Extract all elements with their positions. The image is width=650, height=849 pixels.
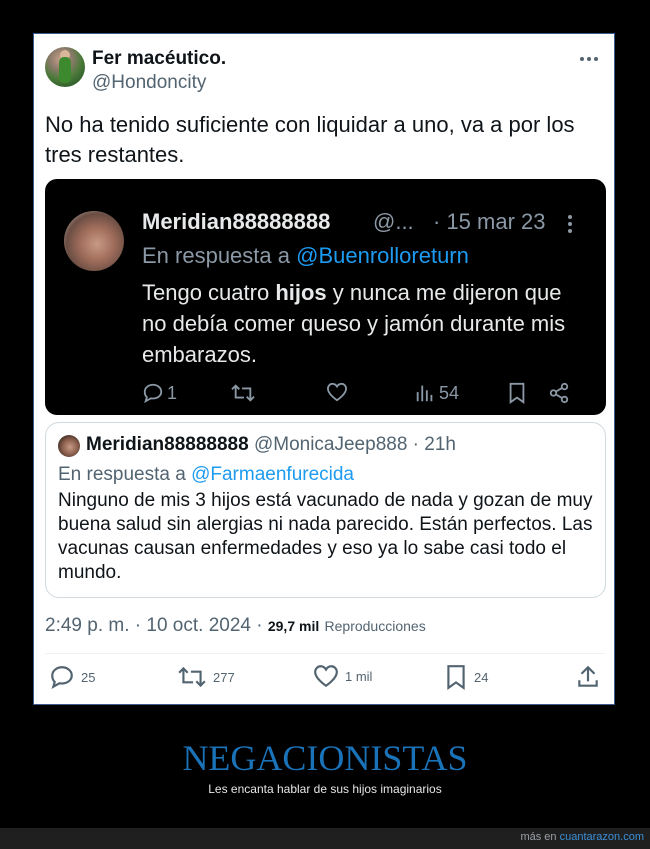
footer-site-link[interactable]: cuantarazon.com	[560, 831, 644, 843]
quoted-reply-prefix: En respuesta a	[58, 464, 186, 485]
screenshot-share	[548, 382, 570, 404]
tweet-card: Fer macéutico. @Hondoncity No ha tenido …	[33, 33, 615, 705]
bookmark-button[interactable]: 24	[444, 664, 488, 690]
retweet-icon	[178, 666, 206, 688]
share-button[interactable]	[575, 664, 601, 690]
quoted-tweet[interactable]: Meridian88888888 @MonicaJeep888 · 21h En…	[45, 422, 606, 598]
screenshot-views-count: 54	[439, 382, 460, 403]
screenshot-retweet	[230, 382, 256, 404]
screenshot-author-handle: @...	[373, 209, 414, 234]
embedded-screenshot: Meridian88888888 @... · 15 mar 23 En res…	[45, 179, 606, 415]
screenshot-text-start: Tengo cuatro	[142, 280, 276, 305]
retweet-icon	[231, 384, 255, 402]
screenshot-reply-mention: @Buenrolloreturn	[296, 243, 469, 268]
reply-icon	[51, 666, 73, 690]
footer-bar: más en cuantarazon.com	[0, 828, 650, 849]
screenshot-reply-prefix: En respuesta a	[142, 243, 290, 268]
like-count: 1 mil	[345, 668, 373, 684]
quoted-tweet-text: Ninguno de mis 3 hijos está vacunado de …	[58, 490, 593, 583]
screenshot-reply: 1	[142, 382, 177, 404]
tweet-timestamp: 2:49 p. m. · 10 oct. 2024 · 29,7 mil Rep…	[45, 615, 426, 637]
divider	[45, 653, 605, 654]
views-count: 29,7 mil	[267, 618, 320, 634]
views-icon	[416, 385, 433, 402]
screenshot-views: 54	[414, 382, 459, 404]
quoted-author-handle: @MonicaJeep888 · 21h	[253, 434, 456, 455]
quoted-author-header: Meridian88888888 @MonicaJeep888 · 21h	[86, 434, 456, 456]
upload-share-icon	[578, 665, 598, 687]
footer-prefix: más en	[520, 831, 557, 843]
heart-icon	[314, 665, 338, 688]
bookmark-icon	[509, 382, 525, 404]
screenshot-action-bar: 1 54	[142, 382, 592, 406]
tweet-action-bar: 25 277 1 mil 24	[45, 664, 605, 694]
screenshot-date: · 15 mar 23	[433, 209, 546, 234]
reply-count: 25	[81, 669, 96, 685]
screenshot-bookmark	[507, 382, 527, 404]
quoted-reply-mention[interactable]: @Farmaenfurecida	[191, 464, 354, 485]
quoted-author-avatar	[58, 435, 80, 457]
retweet-button[interactable]: 277	[177, 664, 235, 690]
heart-icon	[326, 382, 348, 402]
screenshot-like	[326, 382, 348, 402]
timestamp-text[interactable]: 2:49 p. m. · 10 oct. 2024 ·	[45, 615, 263, 636]
retweet-count: 277	[213, 669, 235, 685]
like-button[interactable]: 1 mil	[313, 664, 372, 688]
share-icon	[549, 382, 569, 404]
screenshot-author-name: Meridian88888888	[142, 209, 331, 234]
reply-icon	[143, 383, 163, 404]
screenshot-more-icon	[567, 215, 573, 235]
tweet-text: No ha tenido suficiente con liquidar a u…	[45, 112, 575, 167]
quoted-author-name: Meridian88888888	[86, 434, 249, 455]
bookmark-count: 24	[474, 669, 489, 685]
footer-text: más en cuantarazon.com	[520, 831, 644, 843]
reply-button[interactable]: 25	[49, 664, 95, 690]
bookmark-icon	[447, 665, 465, 690]
banner-subtitle: Les encanta hablar de sus hijos imaginar…	[208, 782, 442, 796]
screenshot-avatar	[64, 211, 124, 271]
screenshot-text-bold: hijos	[275, 280, 327, 305]
screenshot-reply-to: En respuesta a @Buenrolloreturn	[142, 243, 469, 269]
screenshot-reply-count: 1	[167, 382, 178, 403]
screenshot-text: Tengo cuatro hijos y nunca me dijeron qu…	[142, 277, 592, 370]
banner-title: NEGACIONISTAS	[182, 738, 468, 778]
author-avatar[interactable]	[45, 47, 85, 87]
more-options-icon[interactable]	[578, 52, 600, 66]
author-handle[interactable]: @Hondoncity	[92, 72, 206, 94]
quoted-reply-to: En respuesta a @Farmaenfurecida	[58, 464, 354, 486]
views-label: Reproducciones	[324, 618, 426, 634]
author-name[interactable]: Fer macéutico.	[92, 48, 226, 70]
